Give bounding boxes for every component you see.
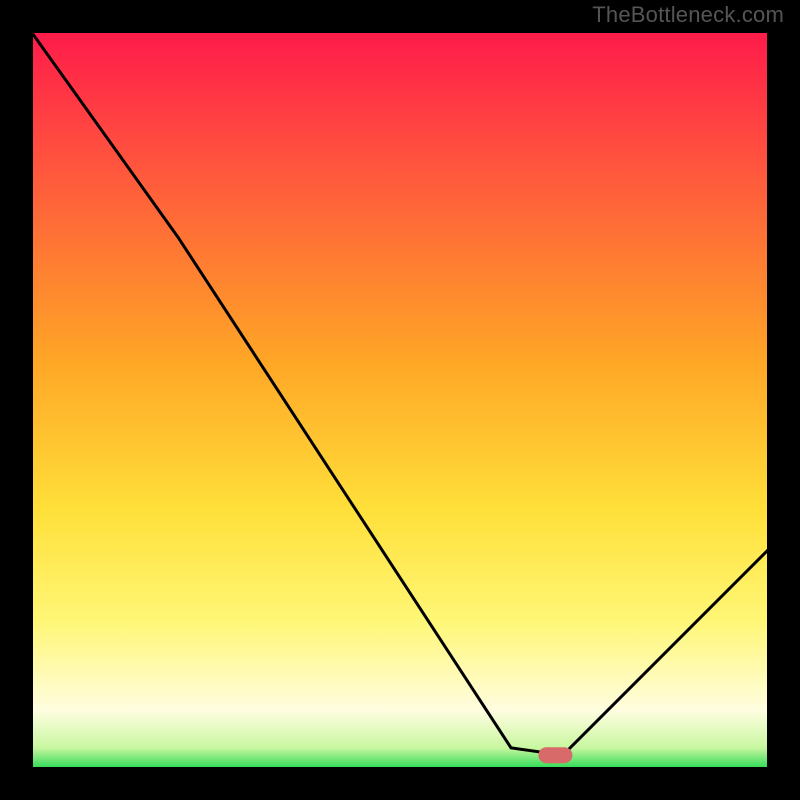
chart-frame: TheBottleneck.com <box>0 0 800 800</box>
bottleneck-chart <box>0 0 800 800</box>
watermark-text: TheBottleneck.com <box>592 2 784 28</box>
optimal-marker <box>538 747 572 763</box>
